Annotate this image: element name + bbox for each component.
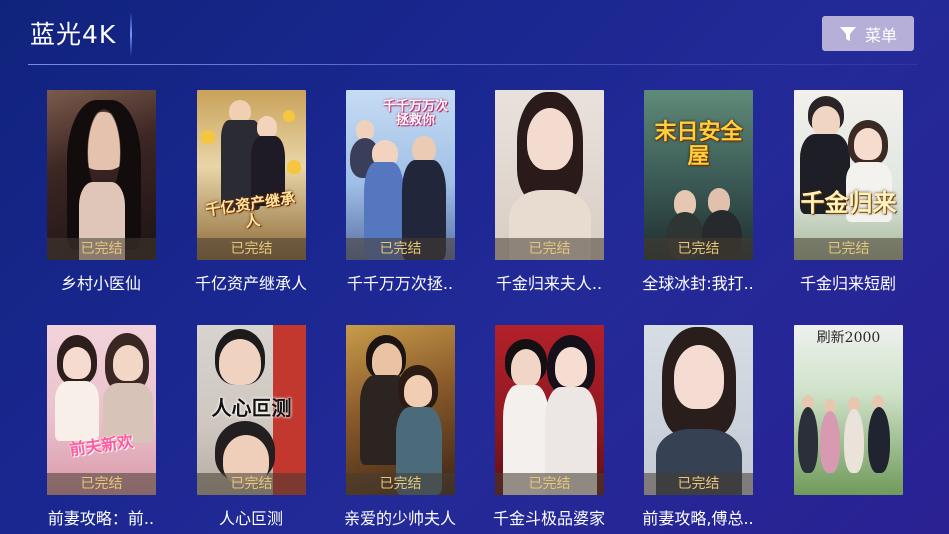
poster-image: 千亿资产继承人 已完结 [197, 90, 306, 260]
poster-image: 已完结 [346, 325, 455, 495]
video-card[interactable]: 已完结 千金归来夫人.. [495, 90, 604, 296]
filter-icon [839, 26, 856, 41]
status-badge: 已完结 [346, 238, 455, 260]
video-title: 人心叵测 [218, 509, 283, 528]
poster-image: 刷新2000 [794, 325, 903, 495]
video-title: 千亿资产继承人 [194, 274, 307, 293]
status-badge: 已完结 [47, 238, 156, 260]
app-title: 蓝光4K [30, 20, 117, 49]
video-card[interactable]: 末日安全屋 已完结 全球冰封:我打.. [642, 90, 754, 296]
title-divider [130, 12, 132, 56]
status-badge: 已完结 [197, 473, 306, 495]
poster-text: 千金归来 [800, 188, 897, 217]
poster-image: 千金归来 已完结 [794, 90, 903, 260]
menu-button[interactable]: 菜单 [822, 16, 914, 51]
poster-image: 已完结 [495, 325, 604, 495]
video-title: 前妻攻略：前.. [47, 509, 155, 528]
video-title: 千金斗极品婆家 [492, 509, 605, 528]
poster-image: 末日安全屋 已完结 [644, 90, 753, 260]
menu-label: 菜单 [864, 25, 897, 45]
video-card[interactable]: 千亿资产继承人 已完结 千亿资产继承人 [195, 90, 307, 296]
poster-image: 已完结 [47, 90, 156, 260]
video-card[interactable]: 刷新2000 [794, 325, 903, 507]
video-title: 千千万万次拯.. [346, 274, 454, 293]
status-badge: 已完结 [495, 238, 604, 260]
header-divider [28, 64, 918, 65]
status-badge: 已完结 [346, 473, 455, 495]
poster-image: 人心叵测 已完结 [197, 325, 306, 495]
video-card[interactable]: 已完结 亲爱的少帅夫人 [344, 325, 456, 531]
video-card[interactable]: 千千万万次拯救你 已完结 千千万万次拯.. [346, 90, 455, 296]
status-badge: 已完结 [794, 238, 903, 260]
poster-image: 千千万万次拯救你 已完结 [346, 90, 455, 260]
video-title: 乡村小医仙 [60, 274, 141, 293]
poster-text: 千千万万次拯救你 [382, 99, 448, 129]
video-card[interactable]: 已完结 前妻攻略,傅总.. [642, 325, 754, 531]
poster-text: 刷新2000 [816, 330, 881, 346]
video-title: 全球冰封:我打.. [642, 274, 754, 293]
poster-image: 已完结 [644, 325, 753, 495]
video-card[interactable]: 千金归来 已完结 千金归来短剧 [794, 90, 903, 296]
status-badge: 已完结 [644, 473, 753, 495]
video-card[interactable]: 已完结 乡村小医仙 [47, 90, 156, 296]
poster-text: 人心叵测 [211, 396, 292, 420]
video-title: 千金归来短剧 [799, 274, 896, 293]
video-title: 亲爱的少帅夫人 [343, 509, 456, 528]
status-badge: 已完结 [197, 238, 306, 260]
video-title: 前妻攻略,傅总.. [642, 509, 754, 528]
status-badge: 已完结 [495, 473, 604, 495]
video-card[interactable]: 前夫新欢 已完结 前妻攻略：前.. [47, 325, 156, 531]
video-title: 千金归来夫人.. [495, 274, 603, 293]
header-bar: 蓝光4K 菜单 [0, 0, 949, 66]
status-badge: 已完结 [47, 473, 156, 495]
video-card[interactable]: 人心叵测 已完结 人心叵测 [197, 325, 306, 531]
video-card[interactable]: 已完结 千金斗极品婆家 [493, 325, 605, 531]
poster-image: 已完结 [495, 90, 604, 260]
poster-text: 末日安全屋 [654, 119, 743, 170]
poster-image: 前夫新欢 已完结 [47, 325, 156, 495]
status-badge: 已完结 [644, 238, 753, 260]
